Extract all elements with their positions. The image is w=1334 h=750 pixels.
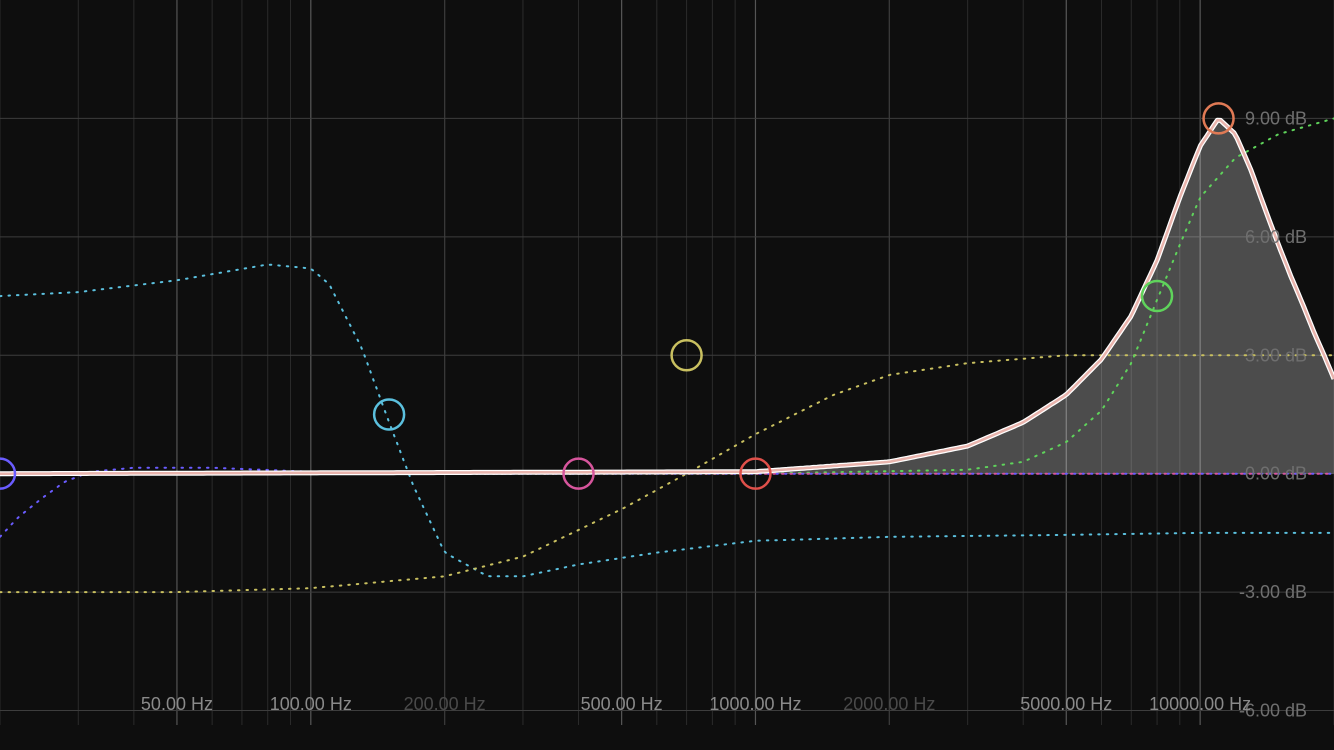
y-tick-label: 9.00 dB — [1245, 108, 1307, 128]
response-fill-area — [0, 120, 1334, 474]
x-tick-label: 100.00 Hz — [270, 694, 352, 714]
response-fill — [0, 120, 1334, 474]
x-tick-label: 2000.00 Hz — [843, 694, 935, 714]
y-tick-label: 6.00 dB — [1245, 227, 1307, 247]
band-curve — [0, 466, 1334, 538]
x-tick-label: 5000.00 Hz — [1020, 694, 1112, 714]
y-tick-label: -3.00 dB — [1239, 582, 1307, 602]
x-tick-label: 500.00 Hz — [581, 694, 663, 714]
x-tick-label: 50.00 Hz — [141, 694, 213, 714]
band-handle[interactable] — [372, 398, 406, 431]
y-tick-label: 0.00 dB — [1245, 464, 1307, 484]
eq-response-chart[interactable]: 9.00 dB6.00 dB3.00 dB0.00 dB-3.00 dB-6.0… — [0, 0, 1334, 750]
x-tick-label: 200.00 Hz — [404, 694, 486, 714]
y-tick-label: 3.00 dB — [1245, 345, 1307, 365]
x-tick-label: 10000.00 Hz — [1149, 694, 1251, 714]
x-tick-label: 1000.00 Hz — [709, 694, 801, 714]
